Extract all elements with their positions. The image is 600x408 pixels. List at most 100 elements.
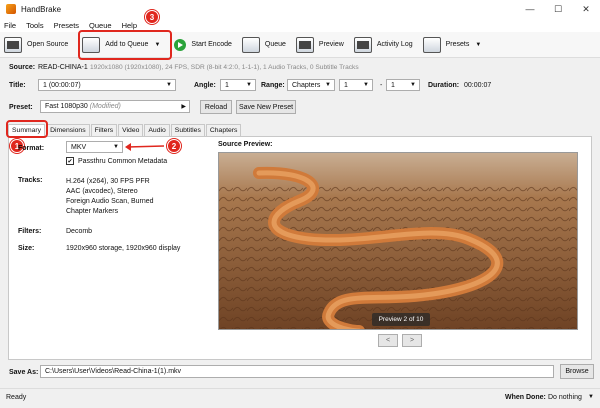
- when-done-label: When Done:: [505, 394, 546, 401]
- save-as-path: C:\Users\User\Videos\Read-China-1(1).mkv: [45, 368, 182, 375]
- angle-select-value: 1: [225, 81, 229, 89]
- range-end-select[interactable]: 1 ▼: [386, 79, 420, 91]
- when-done-chevron-down-icon[interactable]: ▼: [588, 394, 594, 400]
- source-details: 1920x1080 (1920x1080), 24 FPS, SDR (8-bi…: [90, 64, 359, 71]
- range-type-chevron-down-icon: ▼: [325, 82, 331, 88]
- presets-label: Presets: [445, 41, 470, 48]
- browse-button[interactable]: Browse: [560, 364, 594, 379]
- angle-chevron-down-icon: ▼: [246, 82, 252, 88]
- queue-label: Queue: [264, 41, 286, 48]
- preset-chevron-right-icon: ▶: [181, 104, 186, 110]
- format-value: MKV: [71, 143, 87, 151]
- open-source-label: Open Source: [27, 41, 69, 48]
- tracks-list: H.264 (x264), 30 FPS PFR AAC (avcodec), …: [66, 177, 154, 217]
- preview-label: Preview: [318, 41, 344, 48]
- presets-button[interactable]: Presets ▼: [422, 34, 482, 56]
- range-label: Range:: [261, 82, 285, 89]
- tab-audio[interactable]: Audio: [144, 124, 170, 136]
- tab-video[interactable]: Video: [118, 124, 144, 136]
- activity-log-icon: [353, 36, 372, 53]
- annotation-arrow: [125, 143, 165, 151]
- range-separator: -: [380, 82, 383, 89]
- track-item: AAC (avcodec), Stereo: [66, 188, 138, 195]
- range-end-value: 1: [391, 81, 395, 89]
- angle-label: Angle:: [194, 82, 216, 89]
- title-select[interactable]: 1 (00:00:07) ▼: [38, 79, 176, 91]
- preset-modified: (Modified): [89, 103, 121, 110]
- title-label: Title:: [9, 82, 26, 89]
- duration-value: 00:00:07: [464, 82, 492, 89]
- passthru-checkbox[interactable]: ✔: [66, 157, 74, 165]
- maximize-button[interactable]: ☐: [544, 0, 572, 18]
- play-icon: [174, 38, 187, 51]
- menu-tools[interactable]: Tools: [26, 21, 44, 30]
- range-end-chevron-down-icon: ▼: [410, 82, 416, 88]
- format-select[interactable]: MKV ▼: [66, 141, 123, 153]
- source-label: Source:: [9, 64, 36, 71]
- filters-value: Decomb: [66, 228, 93, 235]
- range-start-select[interactable]: 1 ▼: [339, 79, 373, 91]
- range-start-chevron-down-icon: ▼: [363, 82, 369, 88]
- tab-chapters[interactable]: Chapters: [205, 124, 242, 136]
- range-type-value: Chapters: [292, 81, 321, 89]
- save-as-input[interactable]: C:\Users\User\Videos\Read-China-1(1).mkv: [40, 365, 554, 378]
- source-name: READ-CHINA-1: [38, 64, 88, 71]
- annotation-box-add-to-queue: [78, 30, 172, 60]
- track-item: Chapter Markers: [66, 208, 119, 215]
- menu-queue[interactable]: Queue: [89, 21, 112, 30]
- tab-subtitles[interactable]: Subtitles: [170, 124, 205, 136]
- preset-label: Preset:: [9, 104, 33, 111]
- preset-select[interactable]: Fast 1080p30 (Modified) ▶: [40, 100, 190, 113]
- queue-icon: [241, 36, 260, 53]
- menu-help[interactable]: Help: [122, 21, 137, 30]
- passthru-label: Passthru Common Metadata: [78, 157, 168, 165]
- status-text: Ready: [6, 394, 27, 401]
- annotation-badge-3: 3: [145, 10, 159, 24]
- window-title: HandBrake: [21, 4, 62, 14]
- when-done-select[interactable]: Do nothing: [548, 394, 582, 401]
- filters-label: Filters:: [18, 228, 42, 235]
- save-new-preset-button[interactable]: Save New Preset: [236, 100, 296, 114]
- source-preview-label: Source Preview:: [218, 141, 273, 148]
- presets-chevron-down-icon: ▼: [475, 41, 482, 48]
- menu-file[interactable]: File: [4, 21, 16, 30]
- duration-label: Duration:: [428, 82, 460, 89]
- activity-log-label: Activity Log: [376, 41, 413, 48]
- range-start-value: 1: [344, 81, 348, 89]
- preview-film-icon: [295, 36, 314, 53]
- preview-counter-badge: Preview 2 of 10: [372, 313, 430, 326]
- menu-presets[interactable]: Presets: [54, 21, 79, 30]
- close-button[interactable]: ✕: [572, 0, 600, 18]
- tracks-label: Tracks:: [18, 177, 43, 184]
- minimize-button[interactable]: —: [516, 0, 544, 18]
- annotation-badge-2: 2: [167, 139, 181, 153]
- window-controls: — ☐ ✕: [516, 0, 600, 18]
- tab-filters[interactable]: Filters: [90, 124, 118, 136]
- title-bar: HandBrake — ☐ ✕: [0, 0, 600, 18]
- landscape-preview-illustration: [219, 153, 577, 329]
- open-source-button[interactable]: Open Source: [4, 34, 68, 56]
- size-label: Size:: [18, 245, 35, 252]
- preview-next-button[interactable]: >: [402, 334, 422, 347]
- presets-icon: [422, 36, 441, 53]
- preset-value: Fast 1080p30: [45, 103, 88, 110]
- size-value: 1920x960 storage, 1920x960 display: [66, 245, 181, 252]
- queue-button[interactable]: Queue: [241, 34, 286, 56]
- preview-prev-button[interactable]: <: [378, 334, 398, 347]
- activity-log-button[interactable]: Activity Log: [353, 34, 413, 56]
- reload-button[interactable]: Reload: [200, 100, 232, 114]
- start-encode-label: Start Encode: [191, 41, 232, 48]
- save-as-label: Save As:: [9, 369, 39, 376]
- start-encode-button[interactable]: Start Encode: [174, 34, 232, 56]
- range-type-select[interactable]: Chapters ▼: [287, 79, 335, 91]
- handbrake-app-icon: [6, 4, 16, 14]
- preview-button[interactable]: Preview: [295, 34, 344, 56]
- title-chevron-down-icon: ▼: [166, 82, 172, 88]
- angle-select[interactable]: 1 ▼: [220, 79, 256, 91]
- format-chevron-down-icon: ▼: [113, 144, 119, 150]
- tab-dimensions[interactable]: Dimensions: [46, 124, 90, 136]
- film-icon: [4, 36, 22, 53]
- track-item: H.264 (x264), 30 FPS PFR: [66, 178, 150, 185]
- format-label: Format:: [18, 145, 45, 152]
- annotation-box-summary-tab: [6, 120, 48, 138]
